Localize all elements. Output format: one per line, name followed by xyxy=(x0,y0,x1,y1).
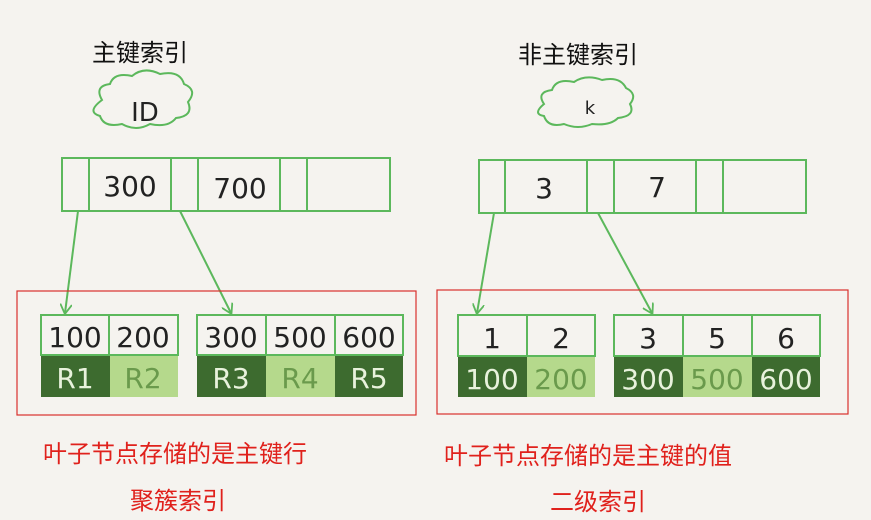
primary-root-label: ID xyxy=(131,98,159,128)
primary-leaf-key: 500 xyxy=(273,321,326,354)
secondary-leaf-key: 5 xyxy=(708,322,726,355)
secondary-leaf-value: 600 xyxy=(759,363,812,396)
secondary-leaf-value: 100 xyxy=(465,363,518,396)
secondary-caption-line1: 叶子节点存储的是主键的值 xyxy=(444,442,732,470)
primary-leaf-value: R1 xyxy=(56,362,93,395)
secondary-leaf-value: 300 xyxy=(621,363,674,396)
secondary-leaf-value: 500 xyxy=(690,363,743,396)
primary-caption-line2: 聚簇索引 xyxy=(130,487,226,515)
secondary-leaf-value: 200 xyxy=(534,363,587,396)
primary-root-cloud: ID xyxy=(92,69,194,129)
primary-leaf-value: R4 xyxy=(281,362,318,395)
primary-root-key: 300 xyxy=(103,170,156,203)
primary-root-key: 700 xyxy=(213,172,266,205)
secondary-root-node xyxy=(478,159,807,214)
secondary-leaf-key: 6 xyxy=(777,322,795,355)
secondary-caption-line2: 二级索引 xyxy=(550,488,646,516)
secondary-root-cloud: k xyxy=(537,76,635,128)
secondary-root-key: 7 xyxy=(648,171,666,204)
primary-leaf-key: 100 xyxy=(48,321,101,354)
primary-caption-line1: 叶子节点存储的是主键行 xyxy=(43,440,307,468)
primary-leaf-value: R3 xyxy=(212,362,249,395)
primary-leaf-key: 300 xyxy=(204,321,257,354)
secondary-leaf-key: 2 xyxy=(552,322,570,355)
primary-leaf-value: R2 xyxy=(124,362,161,395)
primary-leaf-value: R5 xyxy=(350,362,387,395)
primary-pointer-arrow xyxy=(179,210,231,313)
secondary-leaf-key: 1 xyxy=(483,322,501,355)
secondary-pointer-arrow xyxy=(597,212,652,313)
secondary-leaf-key: 3 xyxy=(639,322,657,355)
primary-pointer-arrow xyxy=(65,210,79,313)
secondary-root-label: k xyxy=(585,98,596,119)
secondary-pointer-arrow xyxy=(477,212,495,313)
primary-leaf-key: 200 xyxy=(116,321,169,354)
secondary-root-key: 3 xyxy=(535,172,553,205)
primary-leaf-key: 600 xyxy=(342,321,395,354)
